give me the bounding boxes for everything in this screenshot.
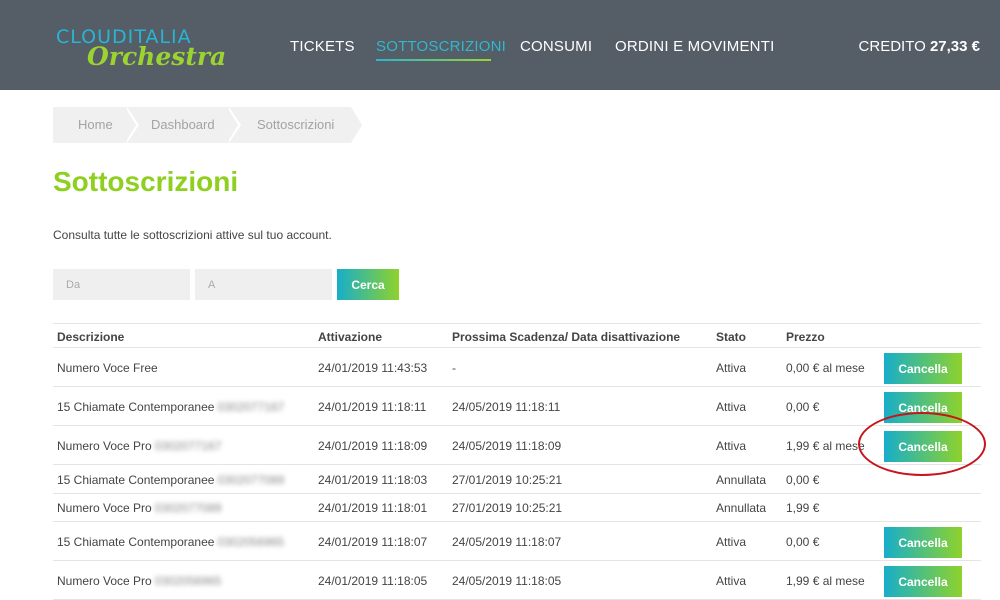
cell-stato: Attiva — [716, 400, 747, 414]
column-header-scadenza: Prossima Scadenza/ Data disattivazione — [452, 330, 681, 344]
clouditalia-orchestra-logo[interactable]: CLOUDITALIA Orchestra — [56, 26, 227, 71]
cell-prezzo: 0,00 € — [786, 473, 820, 487]
cell-prezzo: 1,99 € — [786, 501, 820, 515]
cell-stato: Attiva — [716, 361, 747, 375]
nav-sottoscrizioni[interactable]: SOTTOSCRIZIONI — [376, 38, 506, 55]
cell-attivazione: 24/01/2019 11:18:03 — [318, 473, 428, 487]
breadcrumb-chevron — [351, 107, 362, 143]
description-text: Numero Voce Pro — [57, 439, 152, 453]
cell-attivazione: 24/01/2019 11:18:01 — [318, 501, 428, 515]
description-text: Numero Voce Pro — [57, 501, 152, 515]
table-row: Numero Voce Free 24/01/2019 11:43:53 - Atti… — [53, 347, 981, 387]
description-text: Numero Voce Free — [57, 361, 158, 375]
table-row: 15 Chiamate Contemporanee 0302077167 24/01… — [53, 386, 981, 426]
cell-stato: Annullata — [716, 473, 767, 487]
credit-value: 27,33 € — [929, 38, 980, 55]
column-header-prezzo: Prezzo — [786, 330, 825, 344]
cell-stato: Attiva — [716, 574, 747, 588]
blurred-phone-number: 0302077089 — [217, 473, 285, 487]
page-description: Consulta tutte le sottoscrizioni attive … — [53, 228, 332, 242]
description-text: Numero Voce Pro — [57, 574, 152, 588]
table-row: Numero Voce Pro 0302077167 24/01/2019 11:1… — [53, 425, 981, 465]
cancel-subscription-button[interactable]: Cancella — [884, 353, 962, 384]
column-header-attivazione: Attivazione — [318, 330, 383, 344]
search-button[interactable]: Cerca — [337, 269, 399, 300]
cell-scadenza: - — [452, 361, 456, 375]
column-header-stato: Stato — [716, 330, 746, 344]
cell-attivazione: 24/01/2019 11:18:07 — [318, 535, 428, 549]
cell-prezzo: 0,00 € — [786, 535, 820, 549]
cell-stato: Attiva — [716, 535, 747, 549]
table-row: 15 Chiamate Contemporanee 0302056965 24/01… — [53, 521, 981, 561]
nav-consumi[interactable]: CONSUMI — [520, 38, 592, 55]
table-header-row: Descrizione Attivazione Prossima Scadenz… — [53, 323, 981, 348]
cancel-subscription-button[interactable]: Cancella — [884, 392, 962, 423]
active-nav-underline — [376, 59, 491, 61]
nav-ordini-movimenti[interactable]: ORDINI E MOVIMENTI — [615, 38, 774, 55]
date-to-input[interactable] — [195, 269, 332, 300]
table-row: Numero Voce Pro 0302077089 24/01/2019 11:1… — [53, 493, 981, 522]
description-text: 15 Chiamate Contemporanee — [57, 400, 215, 414]
logo-bottom-text: Orchestra — [87, 42, 227, 71]
cell-prezzo: 1,99 € al mese — [786, 439, 865, 453]
cell-stato: Annullata — [716, 501, 767, 515]
cancel-subscription-button[interactable]: Cancella — [884, 527, 962, 558]
breadcrumb-sottoscrizioni: Sottoscrizioni — [233, 107, 351, 143]
blurred-phone-number: 0302077167 — [154, 439, 222, 453]
cell-attivazione: 24/01/2019 11:18:05 — [318, 574, 428, 588]
cell-scadenza: 27/01/2019 10:25:21 — [452, 473, 563, 487]
description-text: 15 Chiamate Contemporanee — [57, 535, 215, 549]
column-header-descrizione: Descrizione — [57, 330, 125, 344]
cell-prezzo: 0,00 € al mese — [786, 361, 865, 375]
cell-descrizione: 15 Chiamate Contemporanee 0302056965 — [57, 535, 284, 549]
cell-descrizione: Numero Voce Pro 0302077167 — [57, 439, 221, 453]
description-text: 15 Chiamate Contemporanee — [57, 473, 215, 487]
cell-scadenza: 24/05/2019 11:18:11 — [452, 400, 561, 414]
cell-descrizione: Numero Voce Pro 0302056965 — [57, 574, 221, 588]
cell-descrizione: Numero Voce Pro 0302077089 — [57, 501, 221, 515]
cell-attivazione: 24/01/2019 11:18:11 — [318, 400, 427, 414]
breadcrumb-chevron — [125, 107, 136, 143]
cell-descrizione: Numero Voce Free — [57, 361, 158, 375]
credit-display: CREDITO 27,33 € — [859, 38, 980, 55]
table-row: 15 Chiamate Contemporanee 0302077089 24/01… — [53, 464, 981, 494]
cancel-subscription-button[interactable]: Cancella — [884, 431, 962, 462]
nav-tickets[interactable]: TICKETS — [290, 38, 355, 55]
cell-scadenza: 24/05/2019 11:18:05 — [452, 574, 562, 588]
breadcrumb-chevron — [227, 107, 238, 143]
cell-descrizione: 15 Chiamate Contemporanee 0302077167 — [57, 400, 284, 414]
table-row: Numero Voce Pro 0302056965 24/01/2019 11:1… — [53, 560, 981, 600]
cell-attivazione: 24/01/2019 11:18:09 — [318, 439, 428, 453]
top-navigation-bar: CLOUDITALIA Orchestra TICKETS SOTTOSCRIZ… — [0, 0, 1000, 90]
cell-prezzo: 1,99 € al mese — [786, 574, 865, 588]
cancel-subscription-button[interactable]: Cancella — [884, 566, 962, 597]
breadcrumb-dashboard[interactable]: Dashboard — [129, 107, 237, 143]
credit-label: CREDITO — [858, 38, 926, 55]
blurred-phone-number: 0302056965 — [154, 574, 222, 588]
cell-scadenza: 24/05/2019 11:18:07 — [452, 535, 562, 549]
cell-attivazione: 24/01/2019 11:43:53 — [318, 361, 428, 375]
blurred-phone-number: 0302077167 — [217, 400, 285, 414]
page-title: Sottoscrizioni — [53, 166, 239, 197]
cell-descrizione: 15 Chiamate Contemporanee 0302077089 — [57, 473, 284, 487]
blurred-phone-number: 0302077089 — [154, 501, 222, 515]
cell-scadenza: 27/01/2019 10:25:21 — [452, 501, 563, 515]
date-from-input[interactable] — [53, 269, 190, 300]
cell-prezzo: 0,00 € — [786, 400, 820, 414]
cell-stato: Attiva — [716, 439, 747, 453]
blurred-phone-number: 0302056965 — [217, 535, 285, 549]
cell-scadenza: 24/05/2019 11:18:09 — [452, 439, 562, 453]
